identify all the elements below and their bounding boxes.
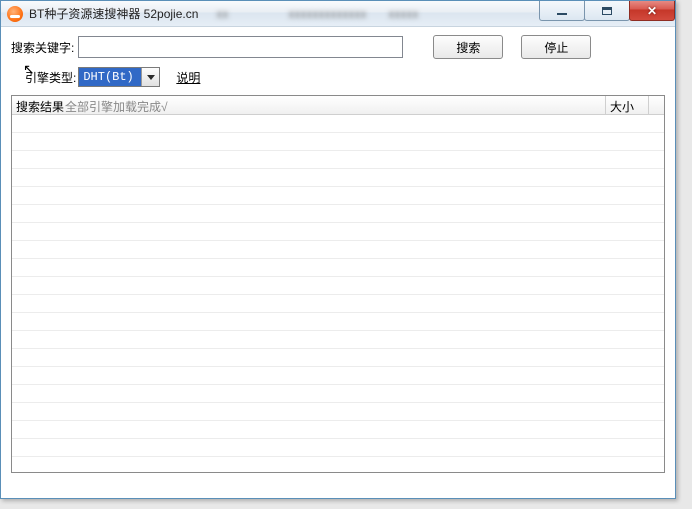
col-header-extra[interactable] [649,96,664,114]
engine-row: 引擎类型: DHT(Bt) 说明 [25,67,665,87]
maximize-icon [602,7,612,15]
search-button[interactable]: 搜索 [433,35,503,59]
app-window: BT种子资源速搜神器 52pojie.cn xx xxxxxxxxxxxxx x… [0,0,676,499]
engine-type-selected: DHT(Bt) [79,68,141,86]
col-header-result-label: 搜索结果 [16,98,64,115]
engine-type-label: 引擎类型: [25,69,76,86]
stop-button[interactable]: 停止 [521,35,591,59]
app-icon [7,6,23,22]
keyword-input[interactable] [78,36,403,58]
minimize-icon [557,13,567,15]
blurred-text: xxxxxxxxxxxxx [288,7,366,21]
blurred-text: xx [216,7,228,21]
search-row: 搜索关键字: 搜索 停止 [11,35,665,59]
close-button[interactable]: ✕ [629,1,675,21]
engine-type-combo[interactable]: DHT(Bt) [78,67,160,87]
explain-link[interactable]: 说明 [176,69,200,86]
window-title: BT种子资源速搜神器 52pojie.cn [29,5,198,22]
col-header-result-status: 全部引擎加载完成√ [65,98,168,115]
combo-arrow [141,68,159,86]
minimize-button[interactable] [539,1,585,21]
client-area: 搜索关键字: 搜索 停止 ↖ 引擎类型: DHT(Bt) 说明 搜索结果 全部引… [1,27,675,481]
results-grid: 搜索结果 全部引擎加载完成√ 大小 [11,95,665,473]
blurred-text: xxxxx [388,7,418,21]
grid-header: 搜索结果 全部引擎加载完成√ 大小 [12,96,664,115]
window-controls: ✕ [540,1,675,21]
close-icon: ✕ [647,5,657,17]
keyword-label: 搜索关键字: [11,39,74,56]
chevron-down-icon [147,75,155,80]
col-header-result[interactable]: 搜索结果 全部引擎加载完成√ [12,96,606,114]
grid-body[interactable] [12,115,664,472]
maximize-button[interactable] [584,1,630,21]
col-header-size-label: 大小 [610,98,634,115]
title-bar: BT种子资源速搜神器 52pojie.cn xx xxxxxxxxxxxxx x… [1,1,675,27]
col-header-size[interactable]: 大小 [606,96,649,114]
